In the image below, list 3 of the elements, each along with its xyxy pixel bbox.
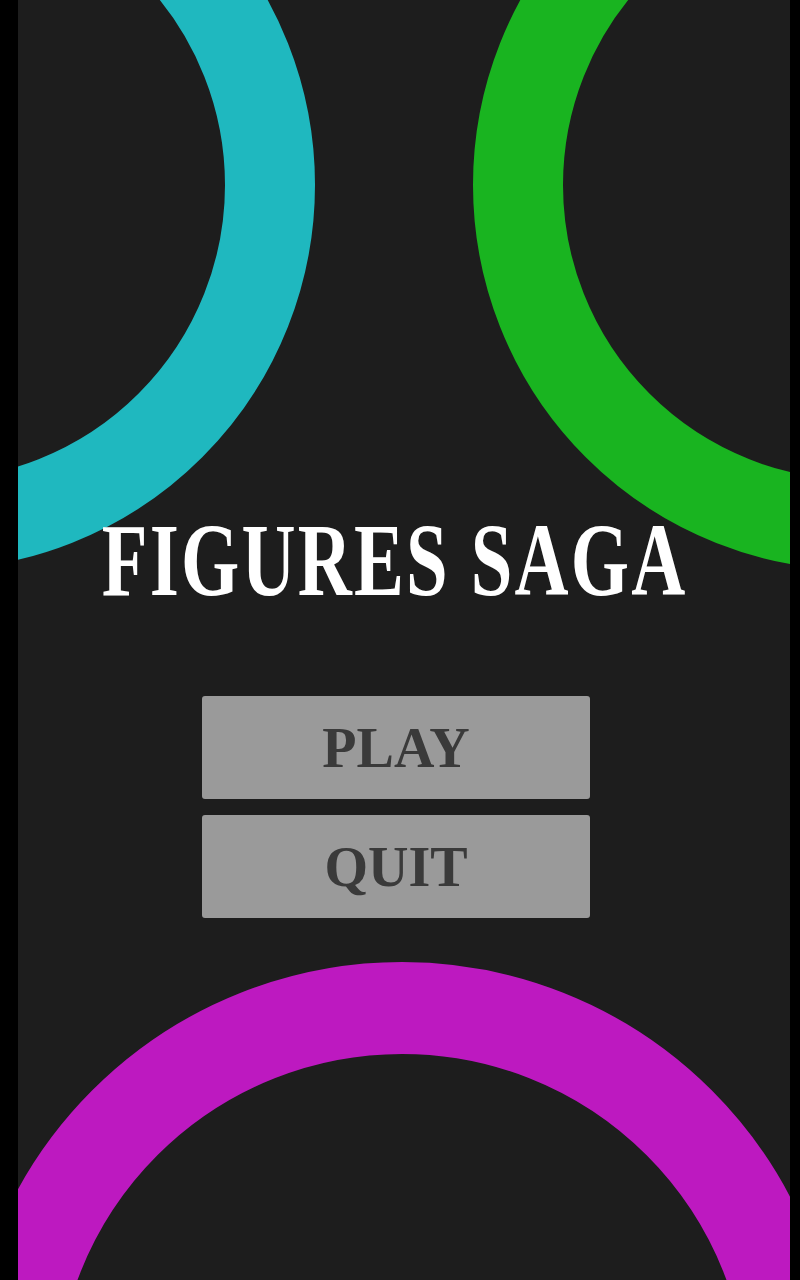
menu-button[interactable]: PLAY bbox=[202, 696, 590, 799]
menu-button[interactable]: QUIT bbox=[202, 815, 590, 918]
game-title: FIGURES SAGA bbox=[102, 501, 688, 619]
